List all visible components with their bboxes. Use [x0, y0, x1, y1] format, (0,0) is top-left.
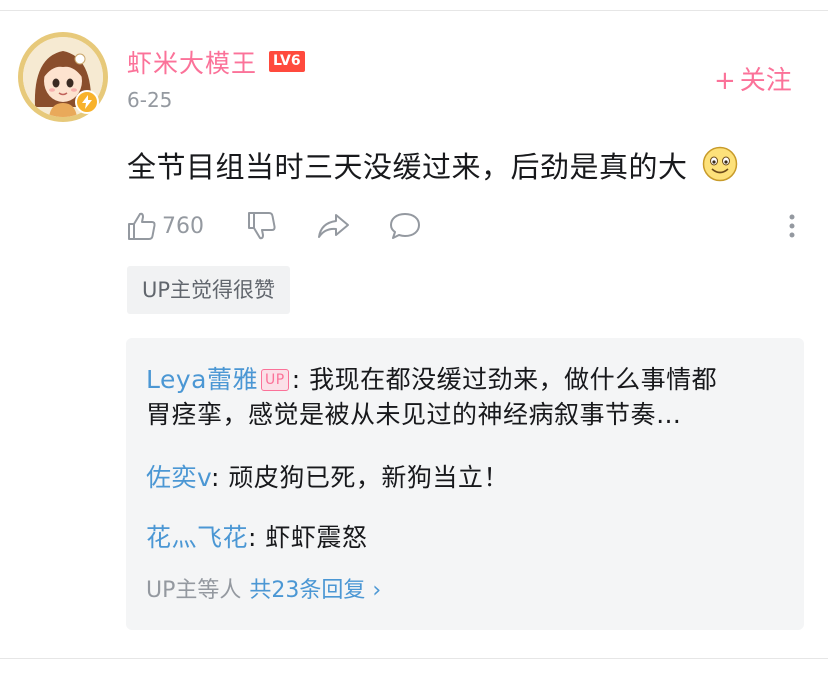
thumbs-up-icon: [128, 212, 156, 240]
reply-username[interactable]: 花灬飞花: [146, 523, 248, 552]
reply-username[interactable]: Leya蕾雅: [146, 365, 258, 394]
reply-text: 虾虾震怒: [256, 523, 368, 552]
reply-username[interactable]: 佐奕v: [146, 463, 211, 492]
reply-summary: UP主等人 共23条回复 ›: [146, 572, 381, 604]
comment-text: 全节目组当时三天没缓过来，后劲是真的大: [127, 150, 688, 184]
up-badge: UP: [261, 369, 289, 391]
reply-total-label: 共23条回复: [249, 578, 366, 603]
share-icon: [318, 214, 349, 238]
comment-username[interactable]: 虾米大模王: [127, 44, 257, 80]
dislike-button[interactable]: [246, 210, 278, 246]
comment-bubble-icon: [390, 213, 420, 239]
reply-summary-prefix: UP主等人: [146, 578, 242, 603]
plus-icon: +: [714, 66, 736, 96]
reply-preview-panel[interactable]: Leya蕾雅 UP: 我现在都没缓过劲来，做什么事情都胃痉挛，感觉是被从未见过的神…: [126, 338, 804, 630]
reply-button[interactable]: [388, 210, 422, 246]
bottom-divider: [0, 658, 828, 659]
level-badge: LV6: [269, 51, 305, 72]
follow-button[interactable]: + 关注: [714, 60, 792, 97]
view-all-replies-link[interactable]: 共23条回复 ›: [249, 578, 381, 603]
up-liked-tag: UP主觉得很赞: [127, 266, 291, 314]
vip-bolt-icon: [75, 90, 99, 114]
reply-separator: :: [210, 463, 220, 492]
like-count: 760: [162, 213, 204, 239]
comment-date: 6-25: [127, 88, 173, 112]
reply-separator: :: [291, 365, 301, 394]
follow-label: 关注: [739, 66, 792, 96]
chevron-right-icon: ›: [372, 578, 382, 603]
share-button[interactable]: [316, 210, 352, 246]
reply-text: 我现在都没缓过劲来，做什么事情都: [300, 365, 718, 394]
action-bar: 760: [0, 208, 828, 248]
reply-text: 顽皮狗已死，新狗当立！: [219, 463, 509, 492]
reply-item[interactable]: Leya蕾雅 UP: 我现在都没缓过劲来，做什么事情都胃痉挛，感觉是被从未见过的神…: [146, 362, 786, 432]
thumbs-down-icon: [248, 212, 276, 240]
smile-emoji-icon: [702, 146, 738, 182]
more-vertical-icon: [789, 214, 795, 238]
reply-text-continued: 胃痉挛，感觉是被从未见过的神经病叙事节奏…: [146, 400, 682, 429]
reply-item[interactable]: 花灬飞花: 虾虾震怒: [146, 520, 786, 555]
more-options-button[interactable]: [782, 210, 802, 246]
like-button[interactable]: 760: [126, 210, 204, 242]
top-divider: [0, 10, 828, 11]
reply-item[interactable]: 佐奕v: 顽皮狗已死，新狗当立！: [146, 460, 786, 495]
reply-separator: :: [248, 523, 257, 552]
